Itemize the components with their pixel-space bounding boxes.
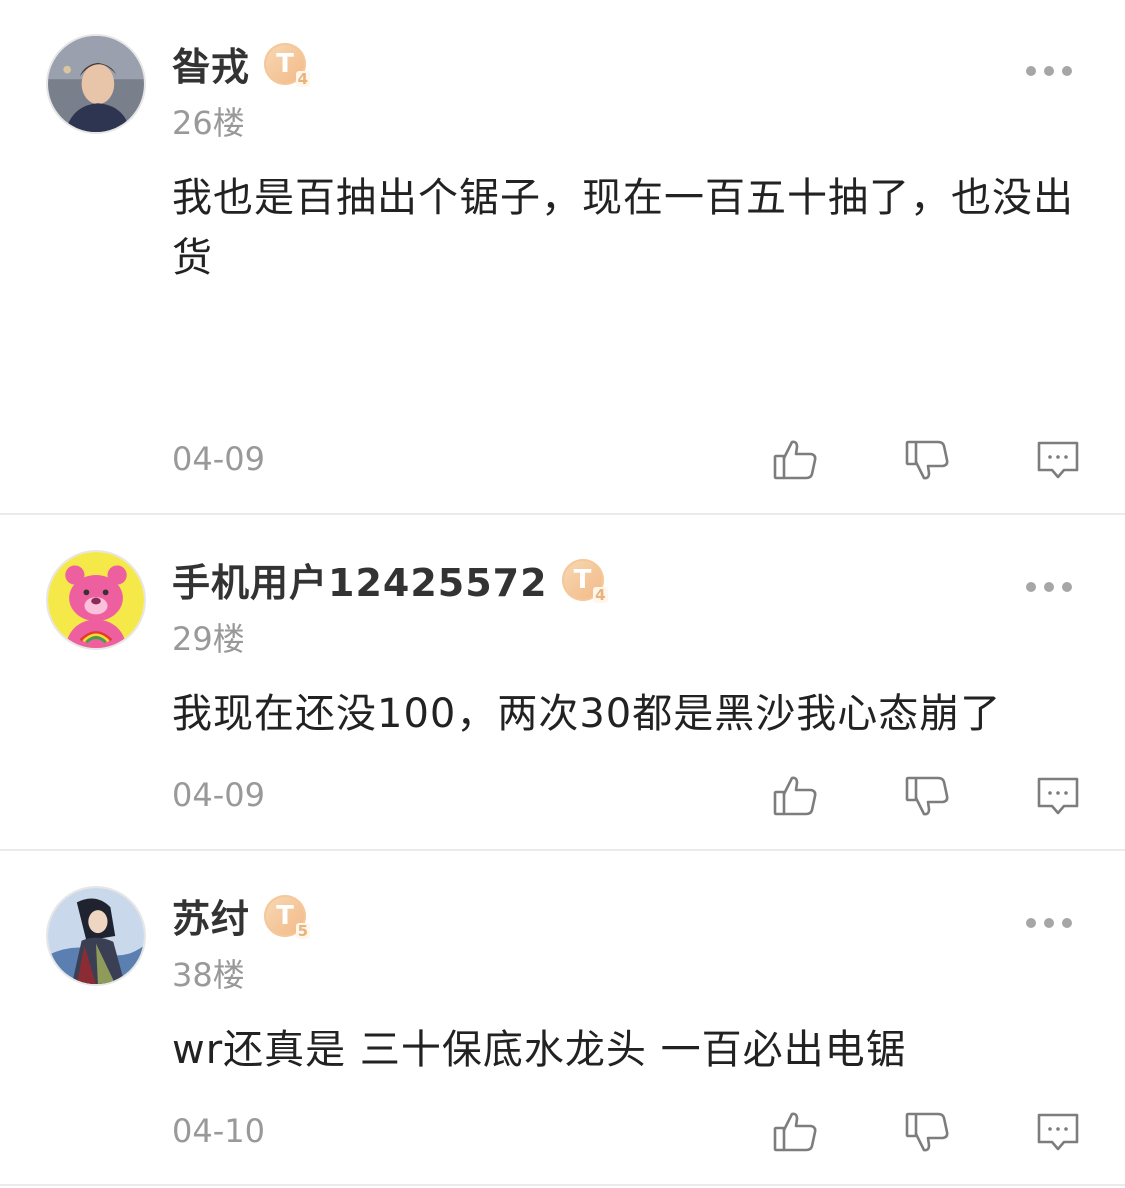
comment-date: 04-09 <box>172 776 265 814</box>
thumbs-up-icon[interactable] <box>771 436 819 484</box>
thumbs-down-icon[interactable] <box>903 1108 951 1156</box>
more-dots-icon[interactable] <box>1026 918 1072 930</box>
divider <box>0 849 1125 851</box>
comment-text: 我现在还没100，两次30都是黑沙我心态崩了 <box>172 691 1002 737</box>
thumbs-down-icon[interactable] <box>903 772 951 820</box>
divider <box>0 1184 1125 1186</box>
comment-bubble-icon[interactable] <box>1034 772 1082 820</box>
username[interactable]: 手机用户12425572 <box>172 552 548 607</box>
floor-number: 38楼 <box>172 956 245 994</box>
thumbs-up-icon[interactable] <box>771 1108 819 1156</box>
comment-text: 我也是百抽出个锯子，现在一百五十抽了，也没出货 <box>172 175 1074 281</box>
divider <box>0 513 1125 515</box>
comment-date: 04-10 <box>172 1112 265 1150</box>
more-dots-icon[interactable] <box>1026 66 1072 78</box>
comment-bubble-icon[interactable] <box>1034 1108 1082 1156</box>
avatar[interactable] <box>46 886 146 986</box>
comment-text: wr还真是 三十保底水龙头 一百必出电锯 <box>172 1027 907 1073</box>
more-dots-icon[interactable] <box>1026 582 1072 594</box>
floor-number: 26楼 <box>172 104 245 142</box>
name-row: 苏纣 T5 <box>172 888 311 943</box>
name-row: 手机用户12425572 T4 <box>172 552 608 607</box>
comment-date: 04-09 <box>172 440 265 478</box>
avatar[interactable] <box>46 34 146 134</box>
level-badge-icon: T4 <box>264 42 311 87</box>
thumbs-down-icon[interactable] <box>903 436 951 484</box>
comment-bubble-icon[interactable] <box>1034 436 1082 484</box>
thumbs-up-icon[interactable] <box>771 772 819 820</box>
username[interactable]: 昝戎 <box>172 36 250 91</box>
level-badge-icon: T5 <box>264 894 311 939</box>
username[interactable]: 苏纣 <box>172 888 250 943</box>
avatar[interactable] <box>46 550 146 650</box>
name-row: 昝戎 T4 <box>172 36 311 91</box>
floor-number: 29楼 <box>172 620 245 658</box>
level-badge-icon: T4 <box>561 558 608 603</box>
